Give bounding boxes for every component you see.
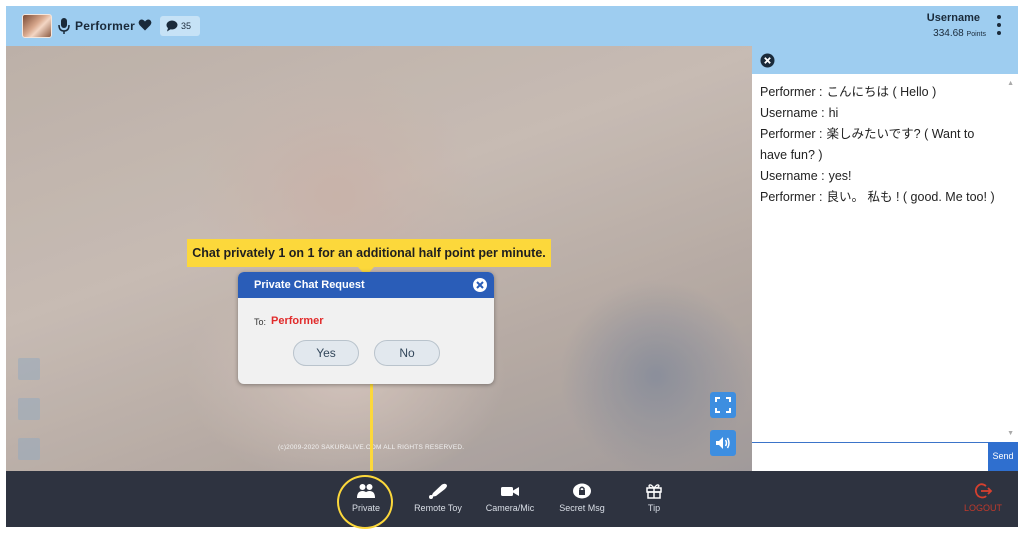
lock-icon <box>573 483 591 499</box>
camera-mic-button[interactable]: Camera/Mic <box>475 471 545 527</box>
heart-icon[interactable] <box>138 18 152 32</box>
microphone-icon[interactable] <box>58 17 70 35</box>
scroll-down-arrow-icon[interactable]: ▼ <box>1007 430 1014 437</box>
dialog-header: Private Chat Request <box>238 272 494 298</box>
chat-close-icon[interactable] <box>760 53 775 68</box>
chat-input[interactable] <box>752 442 988 471</box>
gift-icon <box>646 484 662 499</box>
dialog-close-icon[interactable] <box>472 277 488 293</box>
volume-button[interactable] <box>710 430 736 456</box>
callout-guide-line <box>370 378 373 480</box>
chat-header <box>752 46 1018 74</box>
fullscreen-icon <box>715 397 731 413</box>
chat-panel: Performer : こんにちは ( Hello ) Username : hi … <box>752 46 1018 471</box>
message-sender: Performer : <box>760 190 823 204</box>
side-control-2[interactable] <box>18 398 40 420</box>
logout-button[interactable]: LOGOUT <box>948 471 1018 527</box>
send-button[interactable]: Send <box>988 442 1018 471</box>
remote-toy-icon <box>429 483 447 499</box>
performer-name: Performer <box>75 19 136 33</box>
message-text: hi <box>828 106 839 120</box>
tip-button[interactable]: Tip <box>619 471 689 527</box>
yes-button[interactable]: Yes <box>293 340 359 366</box>
message-text: 良い。 私も ! ( good. Me too! ) <box>826 190 995 204</box>
logout-label: LOGOUT <box>963 503 1002 513</box>
app-frame: Performer 35 Username 334.68 Points (c)2… <box>6 6 1018 529</box>
secret-msg-button[interactable]: Secret Msg <box>547 471 617 527</box>
tip-label: Tip <box>647 503 661 513</box>
dialog-to-label: To: <box>254 317 267 327</box>
message-sender: Username : <box>760 106 825 120</box>
secret-msg-label: Secret Msg <box>559 503 605 513</box>
private-button-highlight <box>337 475 393 529</box>
side-control-1[interactable] <box>18 358 40 380</box>
message-sender: Performer : <box>760 85 823 99</box>
chat-messages: Performer : こんにちは ( Hello ) Username : hi … <box>752 74 1006 440</box>
side-control-3[interactable] <box>18 438 40 460</box>
scroll-up-arrow-icon[interactable]: ▲ <box>1007 80 1014 87</box>
logout-icon <box>974 483 993 499</box>
chat-message: Performer : 良い。 私も ! ( good. Me too! ) <box>760 187 998 208</box>
top-bar: Performer 35 Username 334.68 Points <box>6 6 1018 46</box>
message-sender: Performer : <box>760 127 823 141</box>
dialog-title: Private Chat Request <box>254 279 365 291</box>
private-chat-callout: Chat privately 1 on 1 for an additional … <box>187 239 551 267</box>
viewer-count-badge: 35 <box>160 16 200 36</box>
username: Username <box>926 12 980 24</box>
camera-icon <box>501 487 519 496</box>
dialog-recipient: Performer <box>271 315 324 327</box>
private-chat-dialog: Private Chat Request To: Performer Yes N… <box>238 272 494 384</box>
chat-message: Performer : 楽しみたいです? ( Want to have fun? … <box>760 124 998 166</box>
remote-toy-label: Remote Toy <box>414 503 462 513</box>
message-text: yes! <box>828 169 852 183</box>
message-sender: Username : <box>760 169 825 183</box>
more-menu-icon[interactable] <box>996 14 1002 38</box>
performer-avatar[interactable] <box>22 14 52 38</box>
points-balance: 334.68 Points <box>933 28 986 39</box>
chat-bubble-icon <box>166 20 178 32</box>
chat-message: Username : hi <box>760 103 998 124</box>
viewer-count: 35 <box>181 21 192 31</box>
fullscreen-button[interactable] <box>710 392 736 418</box>
points-unit: Points <box>966 31 986 38</box>
callout-text: Chat privately 1 on 1 for an additional … <box>192 246 546 260</box>
chat-message: Username : yes! <box>760 166 998 187</box>
chat-message: Performer : こんにちは ( Hello ) <box>760 82 998 103</box>
message-text: こんにちは ( Hello ) <box>826 85 937 99</box>
camera-mic-label: Camera/Mic <box>485 503 535 513</box>
no-button[interactable]: No <box>374 340 440 366</box>
speaker-icon <box>716 437 730 449</box>
points-value: 334.68 <box>933 28 964 39</box>
remote-toy-button[interactable]: Remote Toy <box>403 471 473 527</box>
bottom-toolbar: Private Remote Toy Camera/Mic Secret Msg <box>6 471 1018 527</box>
